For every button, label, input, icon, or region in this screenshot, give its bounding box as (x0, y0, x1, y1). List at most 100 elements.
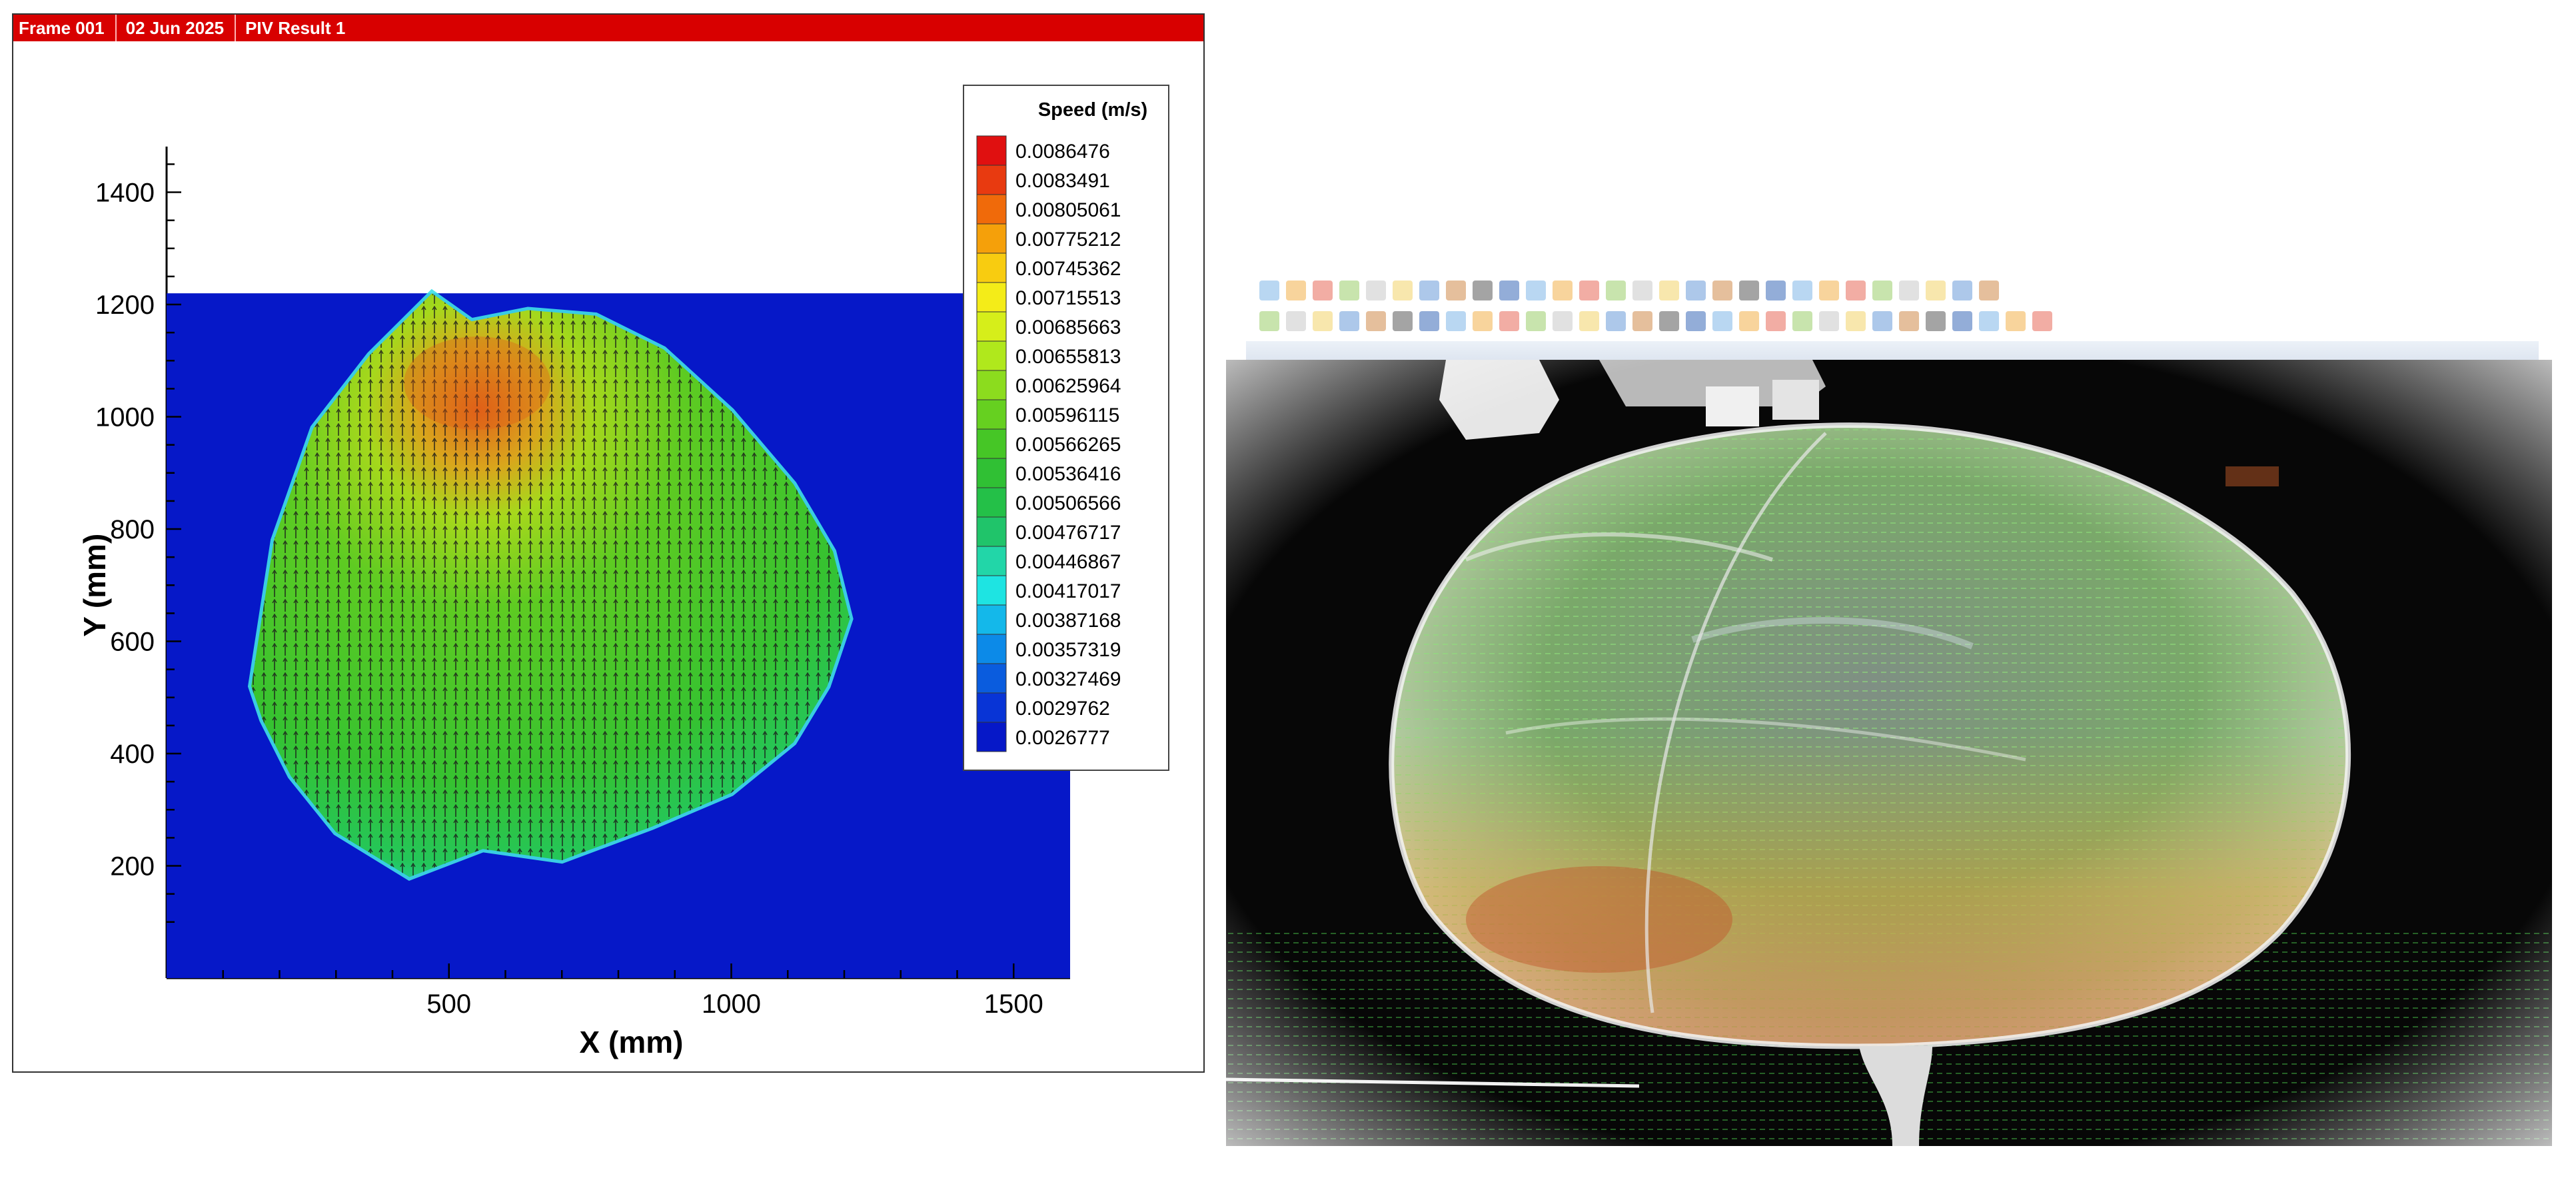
toolbar-icon[interactable] (1259, 281, 1279, 300)
toolbar-icon[interactable] (1659, 281, 1679, 300)
toolbar-icon[interactable] (1846, 311, 1866, 331)
toolbar-icon[interactable] (1979, 311, 1999, 331)
toolbar-icon[interactable] (1712, 281, 1732, 300)
toolbar-icon[interactable] (1739, 311, 1759, 331)
toolbar-icon[interactable] (1766, 281, 1786, 300)
toolbar-icon[interactable] (1952, 311, 1972, 331)
toolbar-row-bottom (1259, 306, 2052, 336)
toolbar-icon[interactable] (1926, 281, 1946, 300)
colorbar-title: Speed (m/s) (1038, 99, 1147, 121)
toolbar-icon[interactable] (1499, 311, 1519, 331)
colorbar-level-label: 0.00327469 (1015, 668, 1121, 690)
toolbar-icon[interactable] (1553, 281, 1573, 300)
toolbar-icon[interactable] (1739, 281, 1759, 300)
toolbar-icon[interactable] (1419, 311, 1439, 331)
colorbar-level-label: 0.00417017 (1015, 580, 1121, 602)
toolbar-row-top (1259, 276, 1999, 305)
toolbar-icon[interactable] (1553, 311, 1573, 331)
colorbar-level-label: 0.00357319 (1015, 639, 1121, 661)
colorbar-level-label: 0.00536416 (1015, 463, 1121, 485)
toolbar-icon[interactable] (1872, 281, 1892, 300)
x-tick-label: 500 (426, 989, 471, 1019)
toolbar-icon[interactable] (1446, 311, 1466, 331)
toolbar-icon[interactable] (1792, 281, 1812, 300)
toolbar-icon[interactable] (1872, 311, 1892, 331)
colorbar-level-label: 0.00775212 (1015, 229, 1121, 251)
toolbar-icon[interactable] (1473, 311, 1493, 331)
colorbar-swatch (976, 223, 1007, 254)
colorbar-level-label: 0.00387168 (1015, 610, 1121, 632)
toolbar-icon[interactable] (1419, 281, 1439, 300)
toolbar-icon[interactable] (1766, 311, 1786, 331)
colorbar-swatch (976, 340, 1007, 371)
colorbar-level-label: 0.0029762 (1015, 698, 1110, 720)
toolbar-icon[interactable] (1686, 311, 1706, 331)
toolbar-icon[interactable] (1366, 311, 1386, 331)
colorbar-swatch (976, 604, 1007, 635)
toolbar-icon[interactable] (1339, 311, 1359, 331)
colorbar-swatch (976, 165, 1007, 195)
toolbar-icon[interactable] (1632, 281, 1652, 300)
toolbar-icon[interactable] (2032, 311, 2052, 331)
colorbar-swatch (976, 487, 1007, 518)
toolbar-icon[interactable] (1686, 281, 1706, 300)
toolbar-icon[interactable] (1926, 311, 1946, 331)
toolbar-icon[interactable] (1446, 281, 1466, 300)
colorbar-level-label: 0.0086476 (1015, 141, 1110, 163)
y-tick-label: 800 (110, 515, 155, 544)
toolbar-icon[interactable] (1393, 281, 1413, 300)
y-tick-label: 1200 (95, 291, 155, 320)
colorbar-swatch (976, 282, 1007, 312)
colorbar-swatch (976, 194, 1007, 225)
toolbar-icon[interactable] (1846, 281, 1866, 300)
toolbar-icon[interactable] (1579, 311, 1599, 331)
toolbar-icon[interactable] (1712, 311, 1732, 331)
date-label: 02 Jun 2025 (117, 15, 237, 41)
toolbar-icon[interactable] (1579, 281, 1599, 300)
toolbar-icon[interactable] (1952, 281, 1972, 300)
toolbar-icon[interactable] (1499, 281, 1519, 300)
piv-plot-window: Frame 001 02 Jun 2025 PIV Result 1 500 10… (12, 13, 1205, 1073)
toolbar-icon[interactable] (1632, 311, 1652, 331)
colorbar-level-label: 0.00476717 (1015, 522, 1121, 544)
toolbar-icon[interactable] (1339, 281, 1359, 300)
colorbar-swatch (976, 135, 1007, 166)
toolbar-icon[interactable] (1659, 311, 1679, 331)
toolbar-icon[interactable] (1606, 281, 1626, 300)
toolbar-icon[interactable] (1899, 311, 1919, 331)
y-axis-label: Y (mm) (77, 534, 112, 637)
colorbar-level-label: 0.0083491 (1015, 170, 1110, 192)
speed-contour-plot: 500 1000 1500 200 400 600 800 1000 1200 1400 X (m… (77, 85, 1169, 1059)
colorbar-level-label: 0.00625964 (1015, 375, 1121, 397)
y-tick-label: 600 (110, 628, 155, 657)
colorbar-swatch (976, 663, 1007, 694)
colorbar-swatch (976, 516, 1007, 547)
vignette-edge (1226, 360, 2552, 1146)
toolbar-icon[interactable] (1259, 311, 1279, 331)
toolbar-icon[interactable] (1899, 281, 1919, 300)
toolbar-icon[interactable] (1819, 311, 1839, 331)
colorbar-swatch (976, 253, 1007, 283)
toolbar-icon[interactable] (2006, 311, 2026, 331)
speed-field (167, 289, 1070, 978)
toolbar-icon[interactable] (1313, 281, 1333, 300)
toolbar-icon[interactable] (1819, 281, 1839, 300)
colorbar-swatch (976, 399, 1007, 430)
y-tick-label: 200 (110, 852, 155, 882)
colorbar-level-label: 0.00745362 (1015, 258, 1121, 280)
toolbar-icon[interactable] (1366, 281, 1386, 300)
toolbar-icon[interactable] (1473, 281, 1493, 300)
toolbar-icon[interactable] (1313, 311, 1333, 331)
toolbar-icon[interactable] (1792, 311, 1812, 331)
colorbar-swatch (976, 692, 1007, 723)
toolbar-icon[interactable] (1979, 281, 1999, 300)
toolbar-icon[interactable] (1286, 311, 1306, 331)
toolbar-icon[interactable] (1606, 311, 1626, 331)
faded-toolbar (1259, 267, 2512, 340)
toolbar-icon[interactable] (1393, 311, 1413, 331)
toolbar-icon[interactable] (1526, 281, 1546, 300)
colorbar-level-label: 0.00715513 (1015, 287, 1121, 309)
x-tick-label: 1000 (702, 989, 761, 1019)
toolbar-icon[interactable] (1526, 311, 1546, 331)
toolbar-icon[interactable] (1286, 281, 1306, 300)
